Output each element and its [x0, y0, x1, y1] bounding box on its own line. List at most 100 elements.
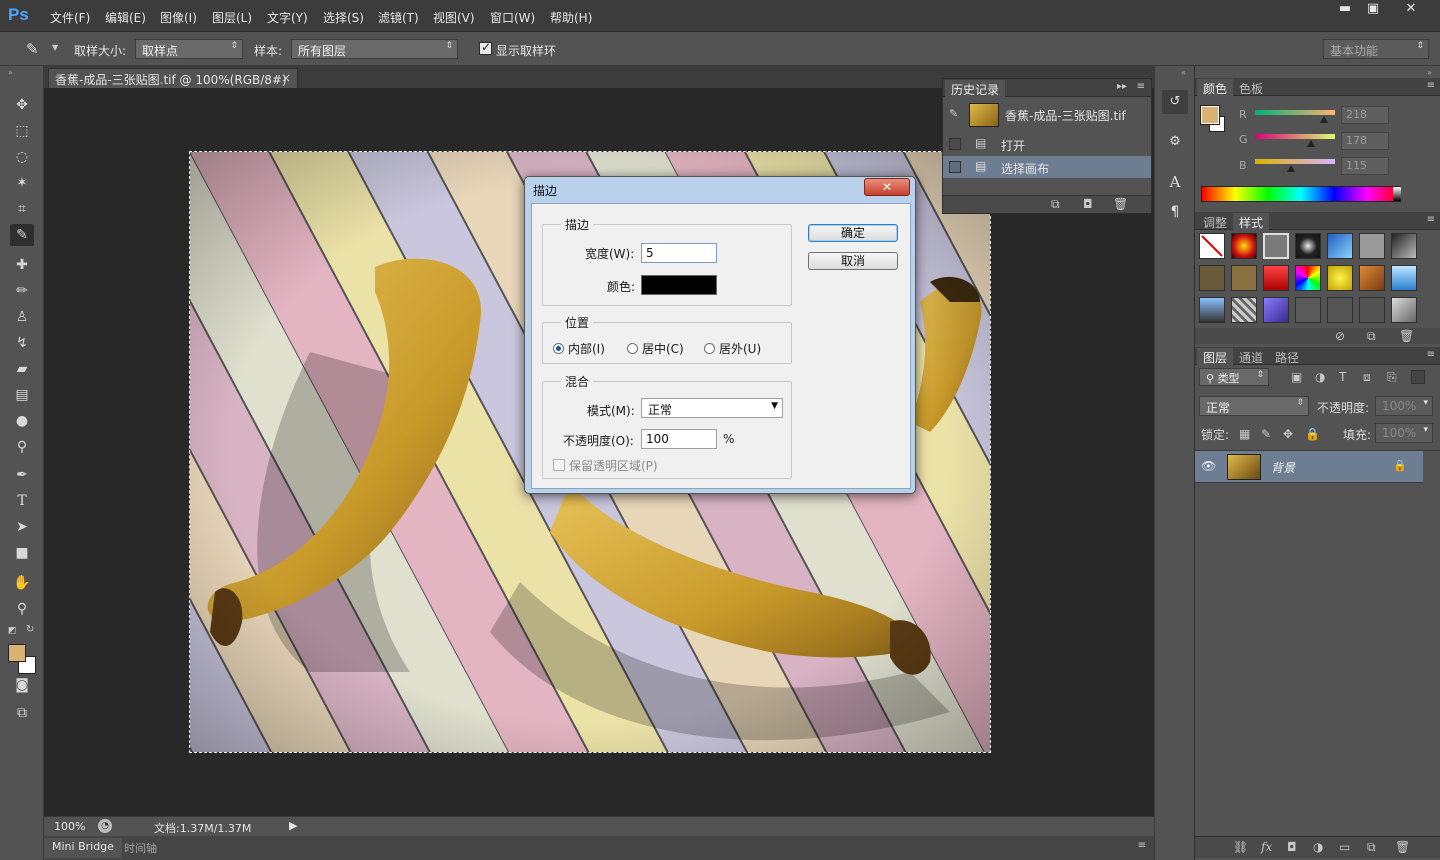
filter-toggle[interactable]: [1411, 370, 1425, 384]
style-swatch[interactable]: [1199, 265, 1225, 291]
workspace-select[interactable]: 基本功能 ⇕: [1323, 39, 1429, 59]
panel-menu-icon[interactable]: ≡: [1427, 214, 1435, 225]
close-window-button[interactable]: ✕: [1396, 1, 1426, 21]
style-swatch[interactable]: [1263, 297, 1289, 323]
position-center-radio[interactable]: [627, 343, 638, 354]
red-slider-knob[interactable]: [1320, 116, 1328, 123]
lock-position-icon[interactable]: ✥: [1283, 427, 1293, 441]
menu-filter[interactable]: 滤镜(T): [378, 9, 419, 26]
rectangle-tool-icon[interactable]: ■: [10, 542, 34, 564]
collapse-panel-icon[interactable]: ▸▸: [1117, 81, 1127, 92]
trash-icon[interactable]: 🗑: [1113, 197, 1128, 211]
color-spectrum-ramp[interactable]: [1201, 186, 1401, 202]
collapse-arrows-icon[interactable]: «: [1181, 68, 1186, 77]
status-menu-arrow-icon[interactable]: ▶: [289, 819, 297, 832]
clone-stamp-tool-icon[interactable]: ♙: [10, 306, 34, 328]
blue-slider-knob[interactable]: [1287, 165, 1295, 172]
character-panel-icon[interactable]: A: [1162, 170, 1188, 194]
style-swatch[interactable]: [1199, 297, 1225, 323]
ok-button[interactable]: 确定: [808, 224, 898, 242]
tab-styles[interactable]: 样式: [1233, 213, 1270, 230]
foreground-color-swatch[interactable]: [8, 644, 26, 662]
minimize-button[interactable]: ▬: [1330, 1, 1360, 21]
tab-color[interactable]: 颜色: [1197, 79, 1234, 96]
path-selection-tool-icon[interactable]: ➤: [10, 516, 34, 538]
opacity-input[interactable]: 100% ▾: [1375, 396, 1433, 416]
quick-mask-icon[interactable]: ◙: [10, 674, 34, 696]
new-document-from-state-icon[interactable]: ⧉: [1051, 197, 1060, 212]
filter-adjustment-icon[interactable]: ◑: [1315, 370, 1325, 384]
add-mask-icon[interactable]: ◘: [1287, 840, 1297, 854]
show-sample-ring-checkbox[interactable]: [479, 40, 492, 55]
tab-history[interactable]: 历史记录: [945, 80, 1006, 97]
history-item[interactable]: ▤ 打开: [943, 133, 1151, 155]
green-value-input[interactable]: 178: [1341, 132, 1389, 150]
brush-tool-icon[interactable]: ✏: [10, 280, 34, 302]
style-swatch[interactable]: [1391, 265, 1417, 291]
style-swatch[interactable]: [1359, 265, 1385, 291]
collapse-arrows-icon[interactable]: »: [8, 68, 13, 77]
lock-all-icon[interactable]: 🔒: [1305, 427, 1320, 441]
layer-filter-select[interactable]: ⚲ 类型 ⇕: [1199, 368, 1269, 386]
history-brush-source-icon[interactable]: ✎: [949, 107, 958, 120]
opacity-input[interactable]: 100: [641, 429, 717, 449]
history-brush-tool-icon[interactable]: ↯: [10, 332, 34, 354]
history-snapshot[interactable]: ✎ 香蕉-成品-三张贴图.tif: [943, 101, 1151, 129]
eyedropper-tool-icon[interactable]: ✎: [26, 40, 39, 58]
screen-mode-icon[interactable]: ⧉: [10, 702, 34, 724]
history-item-selected[interactable]: ▤ 选择画布: [943, 156, 1151, 178]
blue-slider-track[interactable]: [1255, 159, 1335, 164]
menu-window[interactable]: 窗口(W): [490, 9, 535, 26]
close-tab-icon[interactable]: ×: [281, 71, 291, 85]
menu-layer[interactable]: 图层(L): [212, 9, 252, 26]
blend-mode-select[interactable]: 正常 ⇕: [1199, 396, 1309, 416]
menu-edit[interactable]: 编辑(E): [105, 9, 146, 26]
clear-style-icon[interactable]: ⊘: [1335, 329, 1345, 343]
tab-mini-bridge[interactable]: Mini Bridge: [44, 838, 122, 858]
style-swatch-selected[interactable]: [1263, 233, 1289, 259]
pen-tool-icon[interactable]: ✒: [10, 464, 34, 486]
lasso-tool-icon[interactable]: ◌: [10, 146, 34, 168]
magic-wand-tool-icon[interactable]: ✶: [10, 172, 34, 194]
paragraph-panel-icon[interactable]: ¶: [1162, 200, 1188, 224]
style-swatch[interactable]: [1295, 233, 1321, 259]
history-checkbox[interactable]: [949, 161, 961, 173]
type-tool-icon[interactable]: T: [10, 490, 34, 512]
new-style-icon[interactable]: ⧉: [1367, 329, 1376, 344]
filter-smart-object-icon[interactable]: ⎘: [1387, 370, 1397, 385]
filter-pixel-icon[interactable]: ▣: [1291, 370, 1302, 384]
dodge-tool-icon[interactable]: ⚲: [10, 436, 34, 458]
layer-style-fx-icon[interactable]: fx: [1261, 840, 1272, 854]
style-swatch[interactable]: [1231, 265, 1257, 291]
position-inside-label[interactable]: 内部(I): [568, 340, 605, 357]
marquee-tool-icon[interactable]: ⬚: [10, 120, 34, 142]
panel-menu-icon[interactable]: ≡: [1137, 81, 1145, 92]
style-swatch[interactable]: [1295, 297, 1321, 323]
eyedropper-tool-icon[interactable]: ✎: [10, 224, 34, 246]
collapse-arrows-icon[interactable]: »: [1427, 68, 1432, 77]
foreground-color-chip[interactable]: [1200, 105, 1220, 125]
new-group-icon[interactable]: ▭: [1339, 840, 1350, 854]
menu-image[interactable]: 图像(I): [160, 9, 197, 26]
style-swatch[interactable]: [1231, 297, 1257, 323]
default-colors-icon[interactable]: ◩: [8, 626, 17, 636]
filter-type-icon[interactable]: T: [1339, 370, 1346, 384]
history-panel-icon[interactable]: ↺: [1162, 90, 1188, 114]
zoom-tool-icon[interactable]: ⚲: [10, 598, 34, 620]
style-swatch[interactable]: [1327, 265, 1353, 291]
history-checkbox[interactable]: [949, 138, 961, 150]
black-white-ramp[interactable]: [1393, 187, 1401, 201]
document-tab[interactable]: 香蕉-成品-三张贴图.tif @ 100%(RGB/8#) ×: [48, 68, 298, 88]
trash-icon[interactable]: 🗑: [1395, 840, 1410, 854]
sample-select[interactable]: 所有图层 ⇕: [291, 39, 458, 59]
position-outside-radio[interactable]: [704, 343, 715, 354]
tab-paths[interactable]: 路径: [1269, 348, 1305, 365]
tab-timeline[interactable]: 时间轴: [124, 840, 157, 856]
gradient-tool-icon[interactable]: ▤: [10, 384, 34, 406]
link-layers-icon[interactable]: ⛓: [1233, 840, 1248, 854]
lock-transparency-icon[interactable]: ▦: [1239, 427, 1250, 441]
maximize-button[interactable]: ▣: [1358, 1, 1388, 21]
eraser-tool-icon[interactable]: ▰: [10, 358, 34, 380]
sample-size-select[interactable]: 取样点 ⇕: [135, 39, 243, 59]
tab-layers[interactable]: 图层: [1197, 348, 1234, 365]
